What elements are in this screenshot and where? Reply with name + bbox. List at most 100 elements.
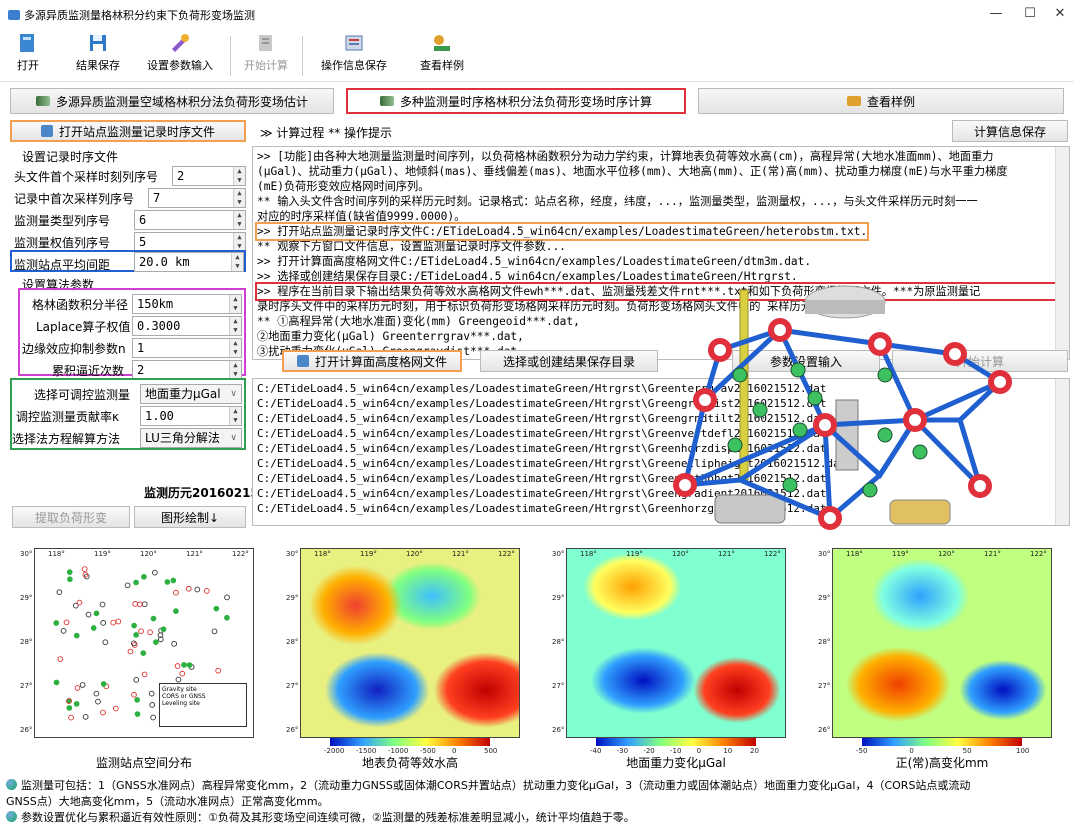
log-line: (μGal)、扰动重力(μGal)、地倾斜(mas)、垂线偏差(mas)、地面水… <box>257 165 1008 178</box>
station-point <box>148 690 155 697</box>
station-point <box>66 705 73 711</box>
select-dir-label: 选择或创建结果保存目录 <box>502 354 635 369</box>
tab-view-example[interactable]: 查看样例 <box>698 88 1064 114</box>
spinner-arrows[interactable]: ▲ ▼ <box>229 295 241 313</box>
open-label: 打开 <box>17 59 39 72</box>
x-tick-label: 120° <box>140 550 157 558</box>
log-save-button[interactable]: 操作信息保存 <box>314 32 394 80</box>
open-grid-file-label: 打开计算面高度格网文件 <box>314 354 447 369</box>
obs-weight-column-spinner[interactable]: 5 ▲ ▼ <box>134 232 246 252</box>
open-grid-file-button[interactable]: 打开计算面高度格网文件 <box>282 350 462 372</box>
spinner-arrows[interactable]: ▲ ▼ <box>233 233 245 251</box>
spinner-arrows[interactable]: ▲ ▼ <box>229 339 241 357</box>
maximize-button[interactable]: ☐ <box>1020 6 1040 24</box>
laplace-weight-label: Laplace算子权值 <box>36 320 131 334</box>
spinner-arrows[interactable]: ▲ ▼ <box>233 167 245 185</box>
station-point <box>93 690 100 697</box>
extract-deformation-button[interactable]: 提取负荷形变 <box>12 506 130 528</box>
close-button[interactable]: ✕ <box>1050 6 1070 24</box>
note-text: 监测量可包括：1（GNSS水准网点）高程异常变化mm，2（流动重力GNSS或固体… <box>21 779 971 792</box>
station-point <box>141 601 148 608</box>
start-compute-button[interactable]: 开始计算 <box>238 32 294 80</box>
legend-cors: CORS or GNSS <box>162 693 206 700</box>
station-point <box>63 619 70 626</box>
first-sample-column-label: 记录中首次采样列序号 <box>14 192 135 206</box>
station-point <box>132 601 139 607</box>
compute-icon <box>259 35 272 51</box>
station-point <box>99 601 106 608</box>
ewh-map <box>300 548 520 738</box>
station-legend: Gravity site CORS or GNSS Leveling site <box>159 683 247 727</box>
station-spacing-spinner[interactable]: 20.0 km ▲ ▼ <box>134 252 244 272</box>
caption-ewh: 地表负荷等效水高 <box>361 756 458 770</box>
station-point <box>100 681 107 687</box>
y-tick-label: 29° <box>286 594 299 602</box>
station-point <box>224 614 230 621</box>
tab-example-icon <box>846 96 861 106</box>
spinner-arrows[interactable]: ▲ ▼ <box>229 317 241 335</box>
legend-leveling: Leveling site <box>162 700 200 707</box>
save-result-button[interactable]: 结果保存 <box>68 32 128 80</box>
contribution-rate-spinner[interactable]: 1.00 ▲ ▼ <box>140 406 242 426</box>
station-point <box>74 685 81 691</box>
app-icon <box>8 10 20 20</box>
station-point <box>215 667 222 674</box>
station-point <box>56 589 63 596</box>
station-point <box>102 639 109 646</box>
obs-weight-column-value: 5 <box>139 235 147 249</box>
station-point <box>153 639 159 645</box>
log-scrollbar[interactable] <box>1055 147 1069 359</box>
first-sample-column-spinner[interactable]: 7 ▲ ▼ <box>148 188 246 208</box>
first-epoch-column-label: 头文件首个采样时刻列序号 <box>14 170 159 184</box>
station-map: Gravity site CORS or GNSS Leveling site <box>34 548 254 738</box>
log-line: 对应的时序采样值(缺省值9999.0000)。 <box>257 210 466 223</box>
save-compute-info-button[interactable]: 计算信息保存 <box>952 120 1068 142</box>
station-point <box>211 628 218 635</box>
spinner-arrows[interactable]: ▲ ▼ <box>233 211 245 229</box>
open-button[interactable]: 打开 <box>10 32 46 80</box>
x-tick-label: 120° <box>406 550 423 558</box>
spinner-arrows[interactable]: ▲ ▼ <box>229 407 241 425</box>
x-tick-label: 121° <box>984 550 1001 558</box>
station-point <box>147 629 153 636</box>
contribution-rate-label: 调控监测量贡献率κ <box>16 410 120 424</box>
obs-type-column-value: 6 <box>139 213 147 227</box>
station-point <box>186 662 193 668</box>
edge-suppression-spinner[interactable]: 1 ▲ ▼ <box>132 338 242 358</box>
station-point <box>133 579 139 586</box>
laplace-weight-value: 0.3000 <box>137 319 181 333</box>
integral-radius-spinner[interactable]: 150km ▲ ▼ <box>132 294 242 314</box>
open-record-file-button[interactable]: 打开站点监测量记录时序文件 <box>10 120 246 142</box>
file-icon <box>40 125 53 137</box>
station-point <box>53 679 60 686</box>
spinner-arrows[interactable]: ▲ ▼ <box>229 361 241 379</box>
file-list-scrollbar[interactable] <box>1055 379 1069 525</box>
station-point <box>95 698 101 705</box>
station-point <box>79 682 86 688</box>
tab-timeseries-green[interactable]: 多种监测量时序格林积分法负荷形变场时序计算 <box>346 88 686 114</box>
station-point <box>181 662 187 668</box>
bullet-icon <box>6 779 17 790</box>
spinner-arrows[interactable]: ▲ ▼ <box>233 189 245 207</box>
caption-stations: 监测站点空间分布 <box>95 756 192 770</box>
plot-button[interactable]: 图形绘制↓ <box>134 506 246 528</box>
view-example-button[interactable]: 查看样例 <box>414 32 470 80</box>
x-tick-label: 118° <box>314 550 331 558</box>
view-example-label: 查看样例 <box>420 59 464 72</box>
solver-method-combo[interactable]: LU三角分解法 ∨ <box>140 428 242 448</box>
laplace-weight-spinner[interactable]: 0.3000 ▲ ▼ <box>132 316 242 336</box>
first-epoch-column-spinner[interactable]: 2 ▲ ▼ <box>172 166 246 186</box>
process-header: ≫ 计算过程 ** 操作提示 <box>260 126 393 140</box>
station-point <box>112 705 119 712</box>
select-obs-combo[interactable]: 地面重力μGal ∨ <box>140 384 242 404</box>
spinner-arrows[interactable]: ▲ ▼ <box>231 253 243 271</box>
minimize-button[interactable]: — <box>986 6 1006 24</box>
tab-spatial-green[interactable]: 多源异质监测量空域格林积分法负荷形变场估计 <box>10 88 334 114</box>
station-point <box>173 589 179 596</box>
select-dir-button[interactable]: 选择或创建结果保存目录 <box>480 350 658 372</box>
station-point <box>213 605 220 612</box>
station-point <box>110 619 117 626</box>
iterations-spinner[interactable]: 2 ▲ ▼ <box>132 360 242 380</box>
settings-button[interactable]: 设置参数输入 <box>138 32 222 80</box>
obs-type-column-spinner[interactable]: 6 ▲ ▼ <box>134 210 246 230</box>
